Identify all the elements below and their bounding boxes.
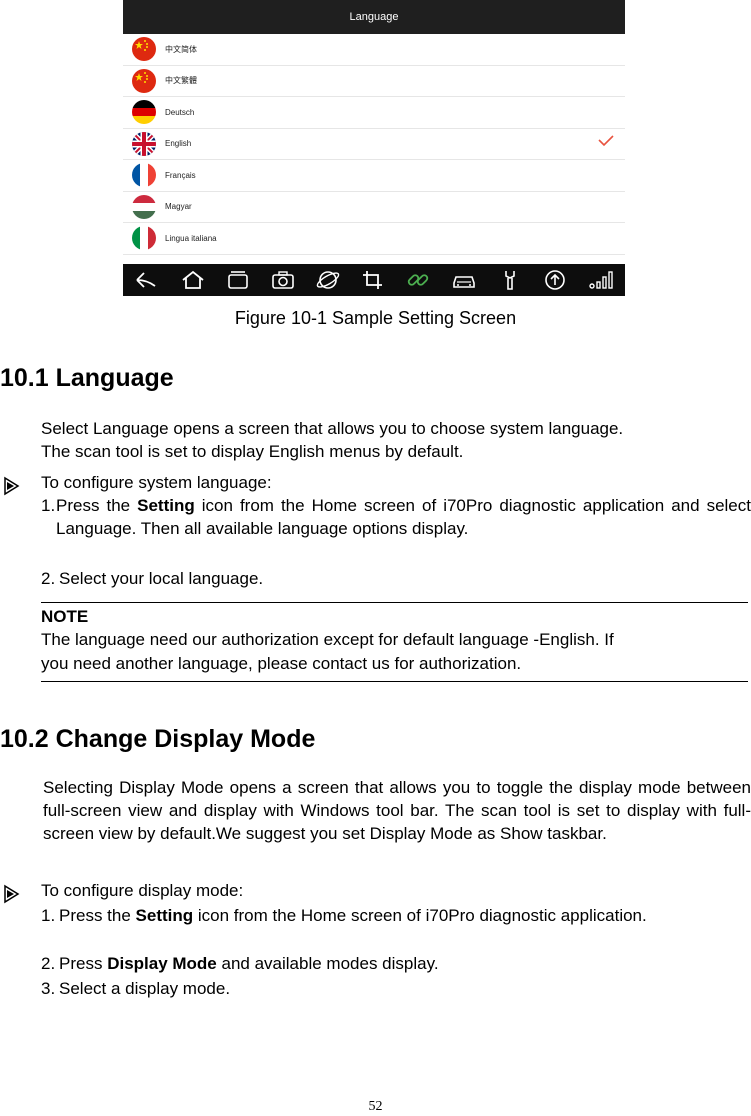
figure-caption: Figure 10-1 Sample Setting Screen [234, 308, 517, 328]
setting-term: Setting [135, 906, 194, 925]
upload-icon[interactable] [542, 269, 568, 291]
display-step-1: 1. Press the Setting icon from the Home … [41, 904, 751, 927]
step-text-post: icon from the Home screen of i70Pro diag… [193, 906, 647, 925]
step-number: 2. [41, 569, 56, 588]
step-number: 1. [41, 496, 56, 515]
link-icon[interactable] [405, 269, 431, 291]
step-text-pre: Press the [59, 906, 136, 925]
setting-screenshot: Language 中文简体 中文繁體 Deutsch English Franç… [123, 0, 625, 296]
step-text: Press Display Mode and available modes d… [59, 952, 751, 975]
language-item[interactable]: 中文简体 [123, 34, 625, 66]
hu-flag-icon [132, 194, 156, 219]
screen-title: Language [123, 0, 625, 34]
language-list: 中文简体 中文繁體 Deutsch English Français Magya… [123, 34, 625, 255]
note-line: The language need our authorization exce… [41, 630, 614, 649]
note-title: NOTE [41, 607, 89, 626]
language-step-2: 2. Select your local language. [41, 567, 751, 590]
intro-line: Select Language opens a screen that allo… [41, 419, 624, 438]
browser-icon[interactable] [315, 269, 341, 291]
wrench-icon[interactable] [497, 269, 523, 291]
language-name: Français [165, 170, 196, 180]
it-flag-icon [132, 226, 156, 251]
language-name: 中文简体 [165, 44, 197, 54]
configure-language-text: To configure system language: [41, 473, 272, 492]
step-text-post: and available modes display. [216, 954, 439, 973]
de-flag-icon [132, 100, 156, 125]
setting-term: Setting [137, 496, 195, 515]
uk-flag-icon [132, 131, 156, 156]
step-number: 2. [41, 954, 56, 973]
language-item[interactable]: Magyar [123, 192, 625, 223]
language-step-1: 1. Press the Setting icon from the Home … [41, 494, 751, 540]
note-box: NOTE The language need our authorization… [41, 602, 748, 682]
language-item[interactable]: Deutsch [123, 97, 625, 129]
language-name: 中文繁體 [165, 76, 197, 86]
back-icon[interactable] [133, 269, 161, 291]
step-text: Select a display mode. [59, 979, 231, 998]
step-text: Press the Setting icon from the Home scr… [59, 904, 751, 927]
configure-display-text: To configure display mode: [41, 881, 244, 900]
language-item[interactable]: Français [123, 160, 625, 192]
display-mode-intro: Selecting Display Mode opens a screen th… [43, 778, 751, 843]
home-icon[interactable] [180, 269, 206, 291]
section-heading-display-mode: 10.2 Change Display Mode [0, 725, 316, 753]
note-line: you need another language, please contac… [41, 654, 522, 673]
language-name: Magyar [165, 202, 192, 212]
display-step-2: 2. Press Display Mode and available mode… [41, 952, 751, 975]
intro-line: The scan tool is set to display English … [41, 442, 464, 461]
language-name: Deutsch [165, 107, 195, 117]
step-text: Press the Setting icon from the Home scr… [56, 494, 751, 540]
step-text: Select your local language. [59, 569, 264, 588]
play-arrow-icon [1, 476, 21, 496]
camera-icon[interactable] [270, 269, 296, 291]
cn-flag-icon [132, 68, 156, 93]
car-icon[interactable] [450, 269, 478, 291]
fr-flag-icon [132, 163, 156, 188]
display-step-3: 3. Select a display mode. [41, 977, 751, 1000]
language-intro: Select Language opens a screen that allo… [41, 417, 751, 463]
crop-icon[interactable] [360, 269, 386, 291]
checkmark-icon [597, 134, 615, 153]
language-item[interactable]: English [123, 129, 625, 160]
page-number: 52 [368, 1099, 383, 1114]
display-mode-term: Display Mode [107, 954, 217, 973]
language-name: English [165, 139, 192, 149]
signal-icon[interactable] [587, 269, 615, 291]
step-number: 1. [41, 906, 56, 925]
step-number: 3. [41, 979, 56, 998]
play-arrow-icon [1, 884, 21, 904]
section-heading-language: 10.1 Language [0, 364, 174, 392]
recent-apps-icon[interactable] [225, 269, 251, 291]
step-text-pre: Press the [56, 496, 138, 515]
cn-flag-icon [132, 37, 156, 62]
language-name: Lingua italiana [165, 233, 217, 243]
language-item[interactable]: Lingua italiana [123, 223, 625, 255]
step-text-pre: Press [59, 954, 108, 973]
language-item[interactable]: 中文繁體 [123, 66, 625, 97]
taskbar [123, 264, 625, 296]
